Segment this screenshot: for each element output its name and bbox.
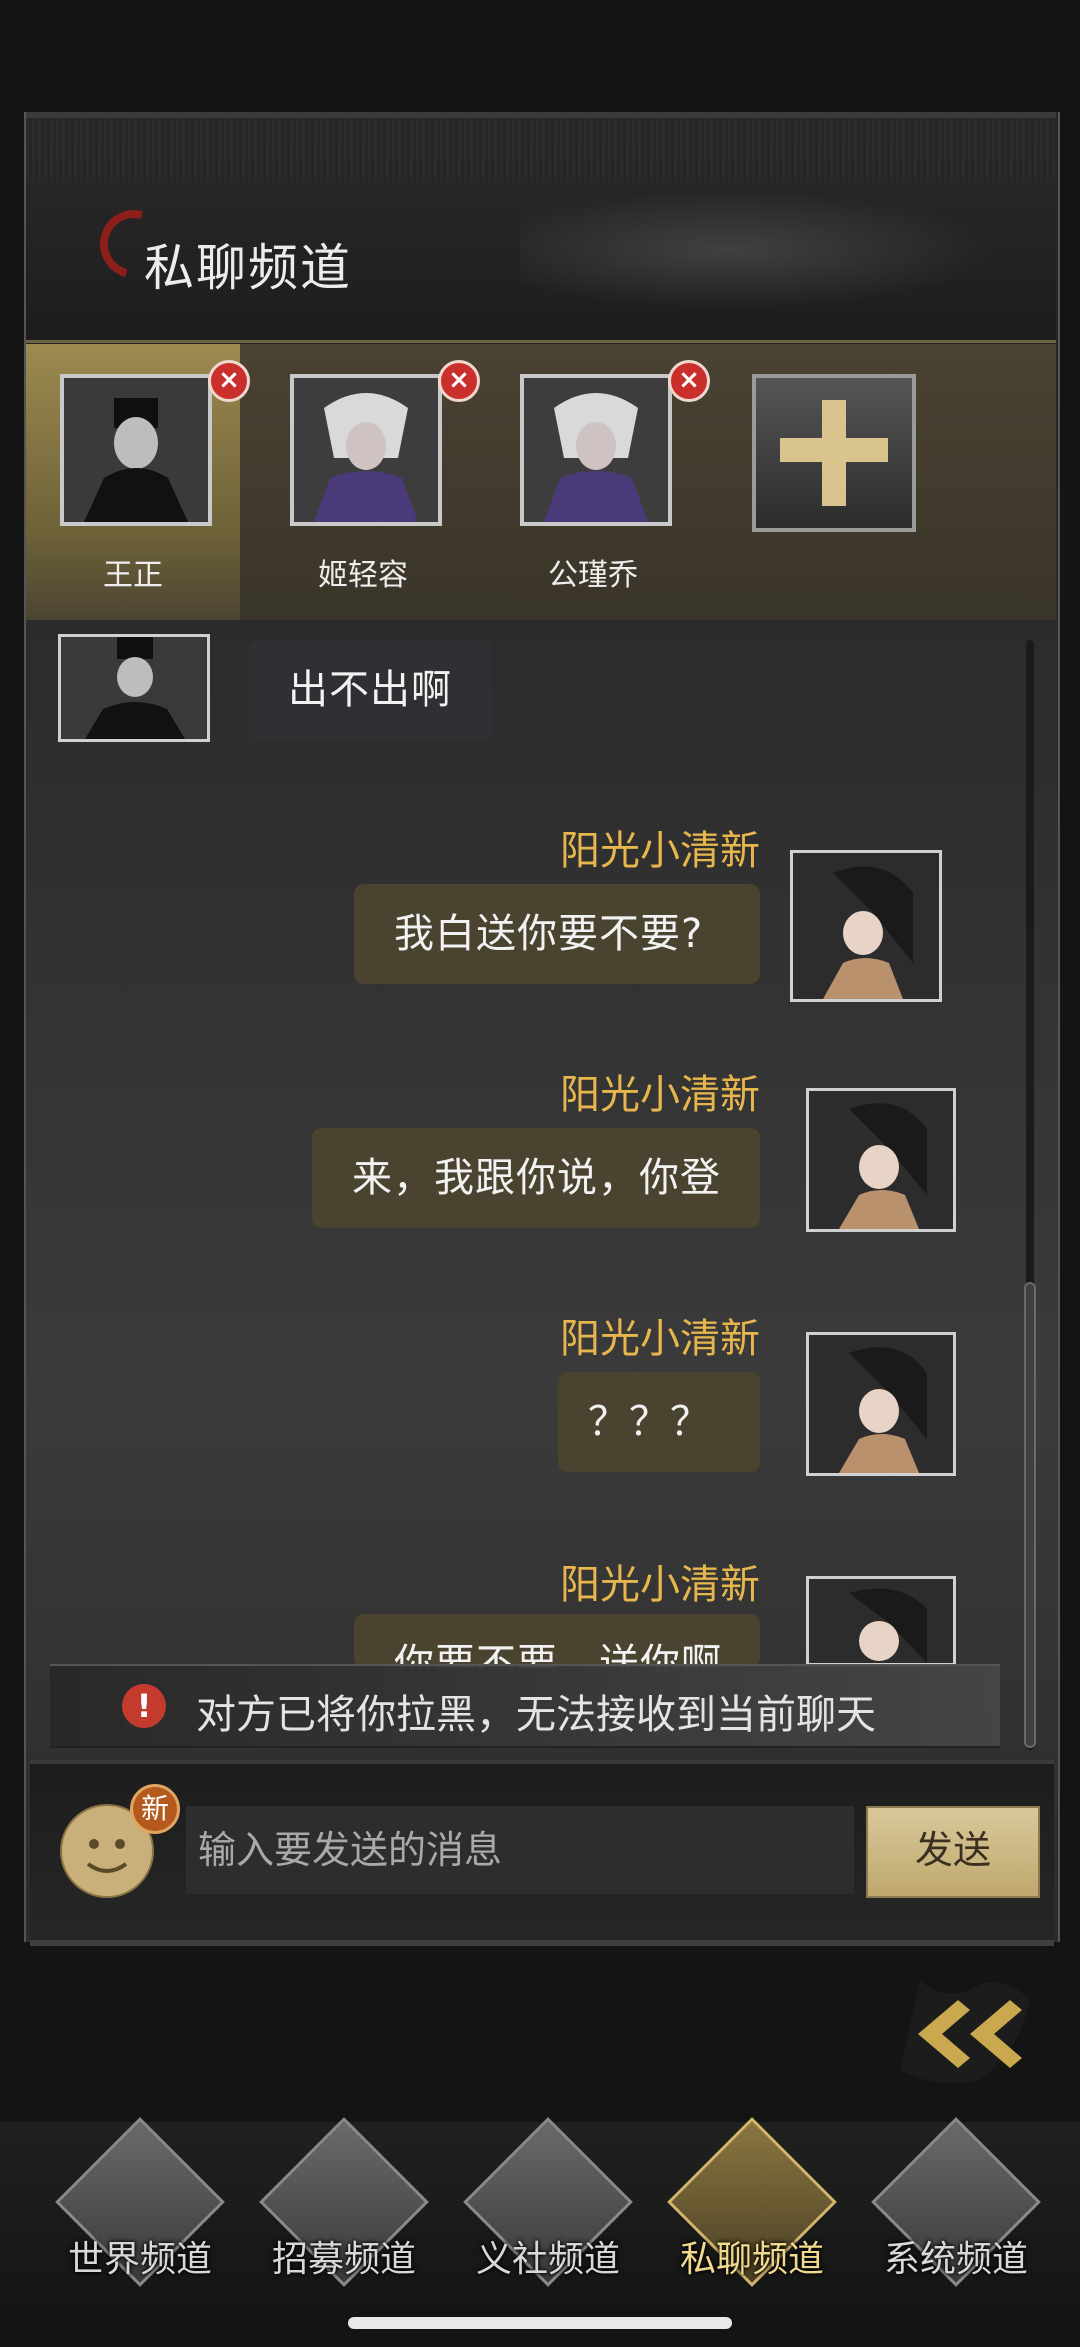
tab-private-channel[interactable]: 私聊频道 <box>652 2117 852 2300</box>
avatar <box>520 374 672 526</box>
portrait-icon <box>64 378 208 522</box>
scrollbar-thumb[interactable] <box>1024 1282 1036 1748</box>
close-icon[interactable]: × <box>438 360 480 402</box>
avatar[interactable] <box>806 1332 956 1476</box>
avatar[interactable] <box>58 634 210 742</box>
warning-icon: ! <box>122 1684 166 1728</box>
portrait-icon <box>294 378 438 522</box>
message-bubble[interactable]: 你要不要，送你啊 <box>354 1614 760 1668</box>
plus-icon <box>780 400 888 506</box>
portrait-icon <box>809 1579 953 1663</box>
contact-tab-gongjinqiao[interactable]: × 公瑾乔 <box>486 344 710 620</box>
sender-name: 阳光小清新 <box>560 1072 760 1118</box>
tab-label: 私聊频道 <box>679 2239 824 2280</box>
tab-label: 世界频道 <box>67 2239 212 2280</box>
contact-tab-wangzheng[interactable]: × 王正 <box>26 344 250 620</box>
tab-guild-channel[interactable]: 义社频道 <box>448 2117 648 2300</box>
message-bubble[interactable]: ？？？ <box>558 1372 760 1472</box>
tab-label: 义社频道 <box>475 2239 620 2280</box>
double-chevron-left-icon <box>900 1980 1030 2084</box>
message-input[interactable] <box>186 1806 854 1894</box>
sender-name: 阳光小清新 <box>560 1562 760 1608</box>
avatar[interactable] <box>790 850 942 1002</box>
tab-label: 系统频道 <box>883 2239 1028 2280</box>
tab-system-channel[interactable]: 系统频道 <box>856 2117 1056 2300</box>
collapse-button[interactable] <box>880 1960 1040 2100</box>
portrait-icon <box>809 1091 953 1229</box>
cloud-ornament <box>520 180 1040 320</box>
tab-label: 招募频道 <box>271 2239 416 2280</box>
message-bubble[interactable]: 出不出啊 <box>248 640 492 740</box>
close-icon[interactable]: × <box>208 360 250 402</box>
avatar[interactable] <box>806 1088 956 1232</box>
portrait-icon <box>793 853 939 999</box>
message-bubble[interactable]: 我白送你要不要? <box>354 884 760 984</box>
sender-name: 阳光小清新 <box>560 828 760 874</box>
contact-name: 公瑾乔 <box>548 558 638 593</box>
tab-recruit-channel[interactable]: 招募频道 <box>244 2117 444 2300</box>
contact-name: 姬轻容 <box>318 558 408 593</box>
portrait-icon <box>61 637 207 739</box>
avatar <box>290 374 442 526</box>
tab-world-channel[interactable]: 世界频道 <box>40 2117 240 2300</box>
blocked-notice-text: 对方已将你拉黑，无法接收到当前聊天 <box>196 1692 876 1738</box>
portrait-icon <box>524 378 668 522</box>
send-button[interactable]: 发送 <box>866 1806 1040 1898</box>
home-indicator[interactable] <box>348 2317 732 2329</box>
close-icon[interactable]: × <box>668 360 710 402</box>
contact-tab-jiqingrong[interactable]: × 姬轻容 <box>256 344 480 620</box>
contact-name: 王正 <box>103 558 163 593</box>
portrait-icon <box>809 1335 953 1473</box>
add-contact-button[interactable] <box>752 374 916 532</box>
avatar[interactable] <box>806 1576 956 1666</box>
avatar <box>60 374 212 526</box>
message-bubble[interactable]: 来，我跟你说，你登 <box>312 1128 760 1228</box>
sender-name: 阳光小清新 <box>560 1316 760 1362</box>
page-title: 私聊频道 <box>144 239 352 297</box>
new-badge: 新 <box>130 1784 180 1834</box>
header-ornament <box>26 118 1056 178</box>
